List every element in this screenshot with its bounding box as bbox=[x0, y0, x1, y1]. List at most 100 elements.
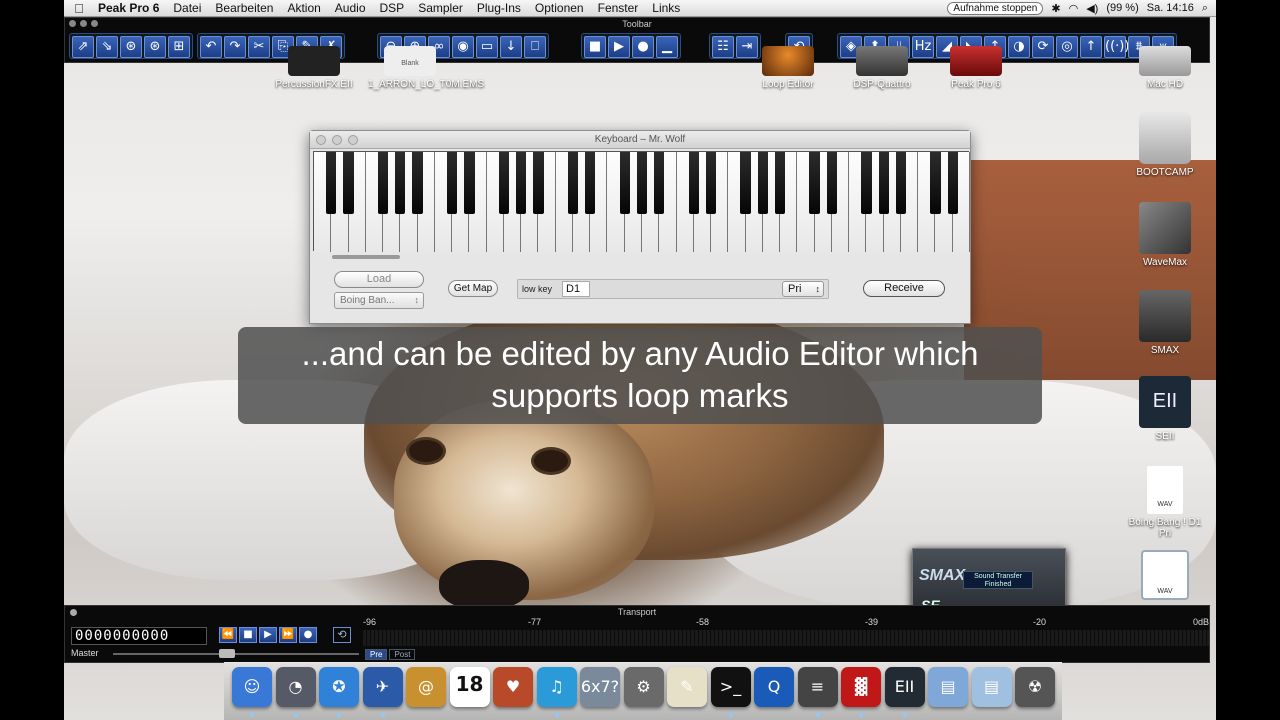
loop-toggle-button[interactable]: ⟲ bbox=[333, 627, 351, 643]
toolbar-edit-button-icon[interactable]: ↷ bbox=[224, 36, 246, 58]
menu-datei[interactable]: Datei bbox=[166, 1, 208, 15]
keyboard-window-titlebar[interactable]: Keyboard – Mr. Wolf bbox=[310, 131, 970, 149]
toolbar-dsp-button-icon[interactable]: ◎ bbox=[1056, 36, 1078, 58]
toolbar-file-button-icon[interactable]: ⊛ bbox=[144, 36, 166, 58]
toolbar-dsp-button-icon[interactable]: ⟳ bbox=[1032, 36, 1054, 58]
master-slider-track[interactable] bbox=[113, 653, 359, 655]
load-button[interactable]: Load bbox=[334, 271, 424, 288]
dock-app-icon[interactable]: ✎ bbox=[667, 667, 707, 707]
piano-black-key[interactable] bbox=[498, 152, 510, 214]
desktop-icon-percussionfx[interactable]: PercussionFX.EII bbox=[272, 46, 356, 90]
dock-app-icon[interactable]: 6x7? bbox=[580, 667, 620, 707]
toolbar-transport-button-icon[interactable]: ▶ bbox=[608, 36, 630, 58]
desktop-icon-mac-hd[interactable]: Mac HD bbox=[1123, 46, 1207, 90]
dock-app-icon[interactable]: 18 bbox=[449, 667, 490, 707]
dock-app-icon[interactable]: ▤ bbox=[971, 667, 1012, 707]
spotlight-icon[interactable]: ⌕ bbox=[1202, 2, 1208, 15]
desktop-icon-bootcamp[interactable]: BOOTCAMP bbox=[1123, 112, 1207, 178]
piano-black-key[interactable] bbox=[567, 152, 579, 214]
stop-button[interactable]: ■ bbox=[239, 627, 257, 643]
piano-black-key[interactable] bbox=[446, 152, 458, 214]
piano-black-key[interactable] bbox=[878, 152, 889, 214]
piano-black-key[interactable] bbox=[412, 152, 423, 214]
piano-black-key[interactable] bbox=[326, 152, 337, 214]
piano-black-key[interactable] bbox=[377, 152, 389, 214]
piano-black-key[interactable] bbox=[895, 152, 907, 214]
toolbar-edit-button-icon[interactable]: ↶ bbox=[200, 36, 222, 58]
piano-keyboard[interactable] bbox=[313, 151, 970, 252]
piano-black-key[interactable] bbox=[740, 152, 751, 214]
toolbar-transport-button-icon[interactable]: ▁ bbox=[656, 36, 678, 58]
dock-app-icon[interactable]: ▓ bbox=[841, 667, 881, 707]
desktop-icon-arron[interactable]: Blank 1_ARRON_LO_T0M.EMS bbox=[368, 46, 484, 90]
dock-app-icon[interactable]: ♫ bbox=[536, 667, 577, 707]
dock-app-icon[interactable]: >_ bbox=[710, 667, 751, 707]
toolbar-zoom-button-icon[interactable]: ◉ bbox=[452, 36, 474, 58]
rewind-button[interactable]: ⏪ bbox=[219, 627, 237, 643]
menu-plugins[interactable]: Plug-Ins bbox=[470, 1, 528, 15]
dock-app-icon[interactable]: EII bbox=[884, 667, 925, 707]
toolbar-file-button-icon[interactable]: ⊛ bbox=[120, 36, 142, 58]
piano-black-key[interactable] bbox=[533, 152, 544, 214]
keyboard-scrollbar[interactable] bbox=[332, 255, 400, 259]
desktop-icon-wav-selected[interactable]: WAV bbox=[1123, 550, 1207, 603]
record-stop-status[interactable]: Aufnahme stoppen bbox=[947, 1, 1044, 15]
master-slider-knob[interactable] bbox=[219, 649, 235, 658]
desktop-icon-peak-pro[interactable]: Peak Pro 6 bbox=[934, 46, 1018, 90]
dock-app-icon[interactable]: ▤ bbox=[928, 667, 968, 707]
record-button[interactable]: ● bbox=[299, 627, 317, 643]
post-button[interactable]: Post bbox=[389, 649, 416, 660]
toolbar-file-button-icon[interactable]: ⇗ bbox=[72, 36, 94, 58]
piano-black-key[interactable] bbox=[654, 152, 665, 214]
dock-app-icon[interactable]: ✪ bbox=[319, 667, 359, 707]
desktop-icon-loop-editor[interactable]: Loop Editor bbox=[746, 46, 830, 90]
menu-optionen[interactable]: Optionen bbox=[528, 1, 591, 15]
toolbar-dsp-button-icon[interactable]: ↑ bbox=[1080, 36, 1102, 58]
toolbar-zoom-button-icon[interactable]: ▭ bbox=[476, 36, 498, 58]
low-key-input[interactable]: D1 bbox=[562, 281, 590, 297]
piano-black-key[interactable] bbox=[809, 152, 820, 214]
dock-app-icon[interactable]: ≡ bbox=[797, 667, 838, 707]
minimize-button-icon[interactable] bbox=[332, 135, 342, 145]
battery-status[interactable]: (99 %) bbox=[1106, 2, 1138, 14]
pre-button[interactable]: Pre bbox=[365, 649, 388, 660]
menu-sampler[interactable]: Sampler bbox=[411, 1, 470, 15]
toolbar-transport-button-icon[interactable]: ● bbox=[632, 36, 654, 58]
bluetooth-icon[interactable]: ✱ bbox=[1051, 2, 1060, 15]
desktop-icon-boing-bang[interactable]: WAV Boing Bang ! D1 Pri bbox=[1123, 466, 1207, 539]
receive-button[interactable]: Receive bbox=[863, 280, 945, 297]
piano-black-key[interactable] bbox=[705, 152, 717, 214]
piano-black-key[interactable] bbox=[861, 152, 872, 214]
toolbar-transport-button-icon[interactable]: ■ bbox=[584, 36, 606, 58]
piano-black-key[interactable] bbox=[930, 152, 941, 214]
toolbar-regions-button-icon[interactable]: ☷ bbox=[712, 36, 734, 58]
close-button-icon[interactable] bbox=[316, 135, 326, 145]
piano-black-key[interactable] bbox=[636, 152, 648, 214]
priority-select[interactable]: Pri bbox=[782, 281, 824, 297]
menu-aktion[interactable]: Aktion bbox=[280, 1, 327, 15]
dock-app-icon[interactable]: ☢ bbox=[1015, 667, 1055, 707]
toolbar-file-button-icon[interactable]: ⊞ bbox=[168, 36, 190, 58]
piano-black-key[interactable] bbox=[585, 152, 596, 214]
toolbar-edit-button-icon[interactable]: ✂ bbox=[248, 36, 270, 58]
menu-fenster[interactable]: Fenster bbox=[591, 1, 646, 15]
toolbar-file-button-icon[interactable]: ⇘ bbox=[96, 36, 118, 58]
desktop-icon-smax[interactable]: SMAX bbox=[1123, 290, 1207, 356]
dock-app-icon[interactable]: ⚙ bbox=[623, 667, 664, 707]
piano-black-key[interactable] bbox=[947, 152, 958, 214]
get-map-button[interactable]: Get Map bbox=[448, 280, 498, 297]
dock-app-icon[interactable]: ♥ bbox=[493, 667, 533, 707]
desktop-icon-wavemax[interactable]: WaveMax bbox=[1123, 202, 1207, 268]
apple-menu-icon[interactable]:  bbox=[64, 1, 94, 16]
toolbar-zoom-button-icon[interactable]: ↓ bbox=[500, 36, 522, 58]
piano-black-key[interactable] bbox=[619, 152, 630, 214]
piano-black-key[interactable] bbox=[774, 152, 786, 214]
menu-audio[interactable]: Audio bbox=[328, 1, 373, 15]
toolbar-zoom-button-icon[interactable]: ⎕ bbox=[524, 36, 546, 58]
zoom-button-icon[interactable] bbox=[348, 135, 358, 145]
wifi-icon[interactable]: ◠ bbox=[1069, 2, 1079, 15]
piano-black-key[interactable] bbox=[515, 152, 527, 214]
piano-black-key[interactable] bbox=[464, 152, 475, 214]
dock-app-icon[interactable]: ✈ bbox=[362, 667, 403, 707]
preset-select[interactable]: Boing Ban... bbox=[334, 292, 424, 309]
